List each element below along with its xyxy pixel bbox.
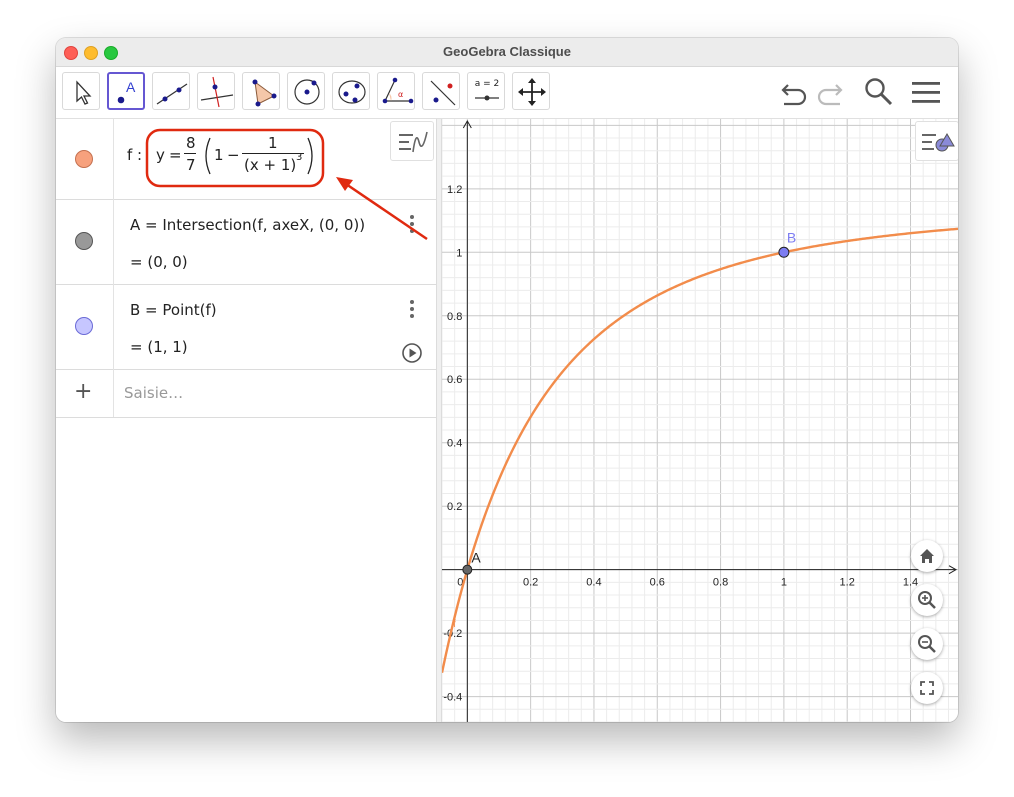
standard-view-button[interactable]: [911, 540, 943, 572]
x-tick-label: 1: [781, 577, 787, 589]
more-options-icon[interactable]: [410, 215, 414, 236]
main-menu-button[interactable]: [910, 76, 942, 113]
graphics-style-bar-icon: [922, 133, 955, 152]
home-icon: [920, 549, 934, 563]
slider-tool-button[interactable]: a = 2: [467, 72, 505, 110]
visibility-toggle-B[interactable]: [75, 317, 93, 335]
play-animation-icon[interactable]: [401, 342, 423, 364]
visibility-toggle-f[interactable]: [75, 150, 93, 168]
graphics-view[interactable]: 0 0.2 0.4 0.6 0.8 1 1.2 1.4 1.2 1 0.8 0.6 0.4 0.2 -0.2…: [442, 119, 958, 722]
y-tick-label: 1: [456, 247, 462, 259]
algebra-style-bar-button[interactable]: [390, 121, 434, 161]
conic-tool-button[interactable]: [332, 72, 370, 110]
algebra-row-B[interactable]: B = Point(f) = (1, 1): [56, 284, 436, 370]
polygon-icon: [252, 79, 277, 107]
y-tick-label: 0.6: [447, 374, 462, 386]
zoom-out-button[interactable]: [911, 628, 943, 660]
point-A-label: A: [471, 550, 481, 566]
fullscreen-icon: [920, 681, 934, 695]
graph-canvas[interactable]: 0 0.2 0.4 0.6 0.8 1 1.2 1.41.210.80.60.40.2-0.2…: [442, 119, 958, 722]
reflect-icon: [430, 80, 456, 106]
row-marker: [56, 119, 114, 199]
more-options-icon[interactable]: [410, 300, 414, 321]
angle-tool-button[interactable]: α: [377, 72, 415, 110]
algebra-input-row[interactable]: + Saisie…: [56, 369, 436, 418]
search-button[interactable]: [862, 76, 896, 113]
polygon-tool-button[interactable]: [242, 72, 280, 110]
y-tick-label: -0.2: [443, 628, 462, 640]
x-tick-label: 1.2: [840, 577, 855, 589]
move-arrows-icon: [518, 78, 546, 106]
point-A: [462, 564, 473, 575]
algebra-view: f : y = 8 7 1 − 1 (x + 1) 3 A = Intersec…: [56, 119, 436, 722]
point-B-label: B: [787, 229, 796, 245]
circle-icon: [294, 79, 320, 105]
perpendicular-line-tool-button[interactable]: [197, 72, 235, 110]
perpendicular-line-icon: [200, 76, 234, 108]
point-A-definition[interactable]: A = Intersection(f, axeX, (0, 0)): [130, 216, 365, 234]
x-tick-label: 0.8: [713, 577, 728, 589]
y-tick-label: 0.4: [447, 438, 462, 450]
y-tick-label: 0.8: [447, 311, 462, 323]
move-tool-button[interactable]: [62, 72, 100, 110]
point-B-definition[interactable]: B = Point(f): [130, 301, 217, 319]
x-tick-label: 0.4: [586, 577, 601, 589]
point-icon: A: [117, 79, 136, 104]
point-B: [778, 246, 790, 258]
point-tool-button[interactable]: A: [107, 72, 145, 110]
highlight-rounded-box: [145, 128, 325, 188]
menu-icon: [912, 82, 940, 103]
line-tool-button[interactable]: [152, 72, 190, 110]
search-icon: [865, 78, 893, 106]
move-graphics-tool-button[interactable]: [512, 72, 550, 110]
point-B-value: = (1, 1): [130, 338, 188, 356]
function-f-curve: [442, 227, 958, 673]
app-window: GeoGebra Classique A α a = 2 f: y = 8 7…: [56, 38, 958, 722]
function-prefix: f :: [127, 146, 143, 164]
row-marker: [56, 199, 114, 284]
zoom-in-icon: [918, 591, 936, 609]
line-icon: [156, 83, 188, 105]
row-marker: [56, 284, 114, 369]
y-tick-label: 0.2: [447, 501, 462, 513]
undo-button[interactable]: [778, 76, 810, 111]
y-tick-label: -0.4: [443, 692, 462, 704]
function-f-label: f: [453, 619, 456, 630]
row-marker: +: [56, 369, 114, 417]
visibility-toggle-A[interactable]: [75, 232, 93, 250]
input-bar[interactable]: Saisie…: [124, 384, 183, 402]
ellipse-icon: [338, 80, 366, 104]
redo-icon: [817, 84, 843, 106]
circle-tool-button[interactable]: [287, 72, 325, 110]
algebra-row-f[interactable]: f : y = 8 7 1 − 1 (x + 1) 3: [56, 119, 436, 200]
graphics-style-bar-button[interactable]: [915, 121, 958, 161]
angle-icon: α: [382, 77, 414, 104]
svg-text:α: α: [398, 90, 403, 99]
reflect-tool-button[interactable]: [422, 72, 460, 110]
cursor-arrow-icon: [76, 80, 92, 105]
point-A-value: = (0, 0): [130, 253, 188, 271]
add-icon[interactable]: +: [74, 379, 92, 404]
toolbar: A α a = 2: [56, 67, 958, 119]
zoom-in-button[interactable]: [911, 584, 943, 616]
zoom-out-icon: [918, 635, 936, 653]
algebra-style-bar-icon: [399, 131, 428, 153]
fullscreen-button[interactable]: [911, 672, 943, 704]
svg-text:A: A: [126, 79, 136, 95]
slider-tool-label: a = 2: [474, 79, 500, 89]
y-tick-label: 1.2: [447, 184, 462, 196]
undo-icon: [781, 84, 807, 106]
x-tick-label: 0.2: [523, 577, 538, 589]
window-title: GeoGebra Classique: [443, 44, 571, 59]
algebra-row-A[interactable]: A = Intersection(f, axeX, (0, 0)) = (0, …: [56, 199, 436, 285]
x-tick-label: 0.6: [650, 577, 665, 589]
title-bar: GeoGebra Classique: [56, 38, 958, 67]
redo-button[interactable]: [814, 76, 846, 111]
